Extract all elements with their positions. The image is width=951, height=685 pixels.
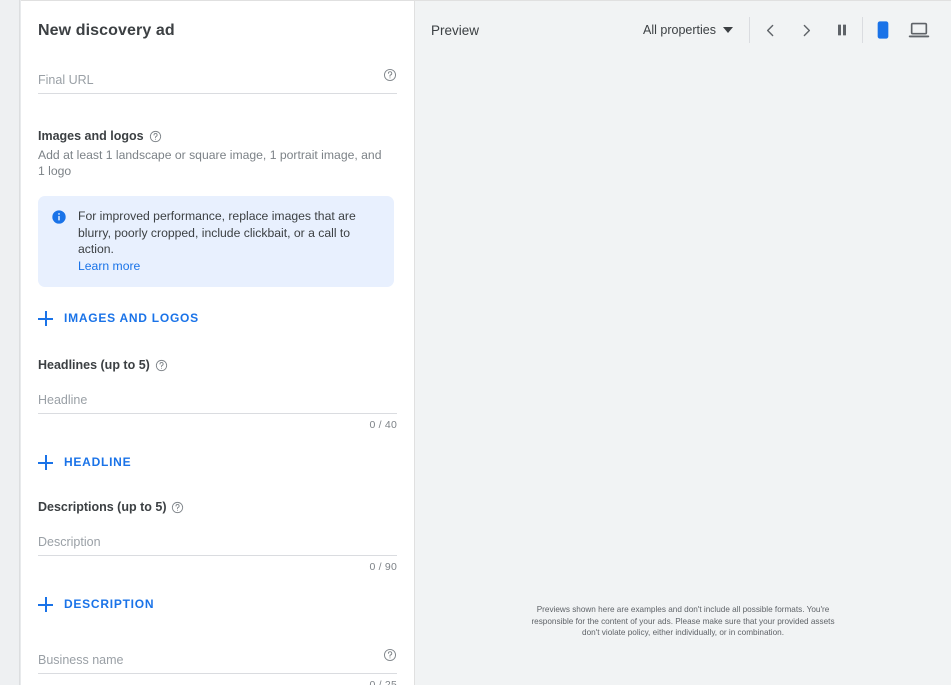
- descriptions-section-header: Descriptions (up to 5): [38, 499, 397, 515]
- page-title: New discovery ad: [38, 22, 175, 39]
- headlines-section-header: Headlines (up to 5): [38, 357, 397, 373]
- plus-icon: [38, 454, 53, 470]
- learn-more-link[interactable]: Learn more: [78, 258, 140, 275]
- headline-field[interactable]: Headline: [38, 387, 397, 414]
- plus-icon: [38, 596, 53, 612]
- add-images-and-logos-button[interactable]: IMAGES AND LOGOS: [38, 309, 397, 327]
- business-name-placeholder: Business name: [38, 653, 124, 667]
- images-section-header: Images and logos: [38, 128, 397, 144]
- description-counter: 0 / 90: [369, 561, 397, 573]
- headline-counter: 0 / 40: [369, 419, 397, 431]
- add-headline-label: HEADLINE: [64, 455, 132, 469]
- header-divider-1: [749, 17, 750, 43]
- add-description-label: DESCRIPTION: [64, 597, 155, 611]
- headlines-section-label: Headlines (up to 5): [38, 358, 150, 372]
- preview-disclaimer: Previews shown here are examples and don…: [531, 605, 835, 637]
- add-headline-button[interactable]: HEADLINE: [38, 453, 397, 471]
- preview-pause-button[interactable]: [824, 12, 860, 48]
- preview-panel: Preview All properties Previews shown he…: [414, 0, 951, 685]
- info-icon: [51, 209, 67, 225]
- description-placeholder: Description: [38, 535, 101, 549]
- headline-placeholder: Headline: [38, 393, 88, 407]
- preview-title: Preview: [431, 22, 480, 38]
- plus-icon: [38, 310, 53, 326]
- ad-editor-app: New discovery ad Final URL Images and lo…: [0, 0, 951, 685]
- preview-header: Preview All properties: [415, 1, 951, 59]
- business-name-counter: 0 / 25: [369, 679, 397, 685]
- ad-edit-panel: New discovery ad Final URL Images and lo…: [21, 0, 414, 685]
- left-gutter: [0, 0, 21, 685]
- help-circle-icon[interactable]: [171, 501, 184, 514]
- preview-next-button[interactable]: [788, 12, 824, 48]
- descriptions-section-label: Descriptions (up to 5): [38, 500, 167, 514]
- performance-info-banner: For improved performance, replace images…: [38, 196, 394, 287]
- properties-select[interactable]: All properties: [643, 23, 747, 37]
- help-circle-icon[interactable]: [383, 648, 397, 662]
- help-circle-icon[interactable]: [149, 130, 162, 143]
- images-section-label: Images and logos: [38, 129, 144, 143]
- help-circle-icon[interactable]: [383, 68, 397, 82]
- mobile-device-icon[interactable]: [865, 12, 901, 48]
- help-circle-icon[interactable]: [155, 359, 168, 372]
- images-section-subtext: Add at least 1 landscape or square image…: [38, 148, 382, 178]
- final-url-field[interactable]: Final URL: [38, 67, 397, 94]
- preview-prev-button[interactable]: [752, 12, 788, 48]
- laptop-device-icon[interactable]: [901, 12, 937, 48]
- header-divider-2: [862, 17, 863, 43]
- banner-text: For improved performance, replace images…: [78, 209, 356, 256]
- description-field[interactable]: Description: [38, 529, 397, 556]
- add-description-button[interactable]: DESCRIPTION: [38, 595, 397, 613]
- final-url-placeholder: Final URL: [38, 73, 94, 87]
- caret-down-icon: [723, 27, 733, 33]
- add-images-and-logos-label: IMAGES AND LOGOS: [64, 311, 199, 325]
- properties-select-value: All properties: [643, 23, 716, 37]
- business-name-field[interactable]: Business name: [38, 647, 397, 674]
